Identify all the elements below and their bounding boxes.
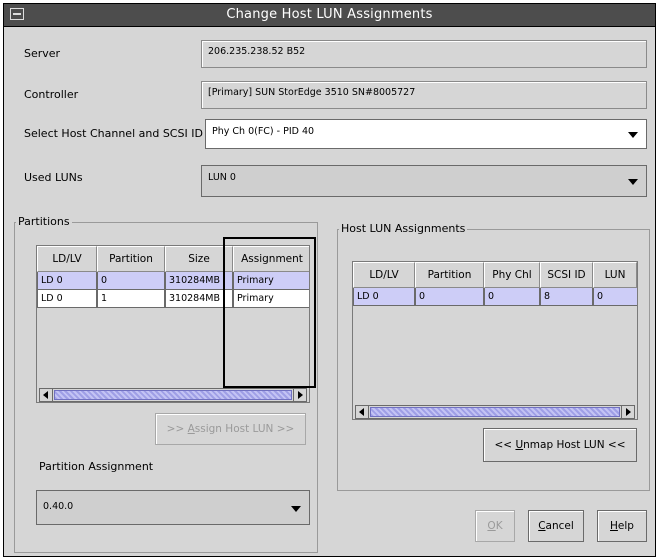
cancel-button[interactable]: Cancel (528, 510, 584, 542)
cancel-button-mnemonic: C (538, 520, 546, 532)
dropdown-arrow-icon[interactable] (628, 132, 638, 138)
assign-button-text: ssign Host LUN >> (194, 423, 295, 435)
column-header-assignment[interactable]: Assignment (233, 246, 309, 272)
used-luns-label: Used LUNs (24, 171, 83, 184)
server-field: 206.235.238.52 B52 (201, 40, 647, 68)
help-button[interactable]: Help (597, 510, 647, 542)
cell-partition: 0 (415, 288, 484, 306)
cell-ldlv: LD 0 (37, 272, 97, 290)
host-lun-table-header: LD/LV Partition Phy Chl SCSI ID LUN (353, 262, 637, 288)
controller-label: Controller (24, 88, 79, 101)
unmap-button-text: nmap Host LUN << (523, 439, 626, 451)
unmap-button-mnemonic: U (515, 439, 524, 451)
cell-lun: 0 (593, 288, 637, 306)
unmap-button-prefix: << (494, 439, 516, 451)
partitions-horizontal-scrollbar[interactable] (39, 388, 307, 402)
window-title: Change Host LUN Assignments (226, 7, 433, 22)
cell-assignment: Primary (233, 290, 309, 308)
controller-field: [Primary] SUN StorEdge 3510 SN#8005727 (201, 81, 647, 109)
table-row[interactable]: LD 0 0 0 8 0 (353, 288, 637, 306)
column-header-size[interactable]: Size (165, 246, 233, 272)
cancel-button-text: ancel (545, 520, 574, 532)
server-label: Server (24, 47, 61, 60)
cell-size: 310284MB (165, 290, 233, 308)
column-header-partition[interactable]: Partition (97, 246, 165, 272)
cell-assignment: Primary (233, 272, 309, 290)
title-bar[interactable]: Change Host LUN Assignments (4, 4, 655, 27)
used-luns-select[interactable]: LUN 0 (201, 165, 647, 197)
assign-host-lun-button[interactable]: >> Assign Host LUN >> (155, 413, 306, 445)
column-header-partition[interactable]: Partition (415, 262, 484, 288)
column-header-lun[interactable]: LUN (593, 262, 637, 288)
unmap-host-lun-button[interactable]: << Unmap Host LUN << (483, 428, 637, 462)
cell-partition: 1 (97, 290, 165, 308)
cell-ldlv: LD 0 (37, 290, 97, 308)
scroll-left-icon[interactable] (356, 406, 369, 418)
assign-button-mnemonic: A (187, 423, 195, 435)
partitions-group-title: Partitions (16, 215, 72, 228)
controller-value: [Primary] SUN StorEdge 3510 SN#8005727 (208, 87, 416, 98)
assign-button-prefix: >> (166, 423, 188, 435)
partitions-table-header: LD/LV Partition Size Assignment (37, 246, 309, 272)
scrollbar-thumb[interactable] (370, 407, 620, 417)
partition-assignment-label: Partition Assignment (39, 460, 154, 473)
host-lun-assignments-group-title: Host LUN Assignments (339, 222, 468, 235)
table-row[interactable]: LD 0 1 310284MB Primary (37, 290, 309, 308)
partition-assignment-value: 0.40.0 (43, 501, 74, 512)
ok-button-mnemonic: O (487, 520, 496, 532)
host-channel-value: Phy Ch 0(FC) - PID 40 (212, 126, 315, 137)
cell-ldlv: LD 0 (353, 288, 415, 306)
scroll-right-icon[interactable] (293, 389, 306, 401)
column-header-scsi-id[interactable]: SCSI ID (540, 262, 593, 288)
server-value: 206.235.238.52 B52 (208, 46, 306, 57)
cell-scsi-id: 8 (540, 288, 593, 306)
column-header-phy-chl[interactable]: Phy Chl (484, 262, 540, 288)
cell-partition: 0 (97, 272, 165, 290)
scroll-right-icon[interactable] (621, 406, 634, 418)
cell-size: 310284MB (165, 272, 233, 290)
scroll-left-icon[interactable] (40, 389, 53, 401)
column-header-ldlv[interactable]: LD/LV (353, 262, 415, 288)
host-channel-label: Select Host Channel and SCSI ID (24, 127, 203, 140)
change-host-lun-dialog: Change Host LUN Assignments Server 206.2… (3, 3, 656, 557)
ok-button-text: K (495, 520, 503, 532)
used-luns-value: LUN 0 (208, 172, 236, 183)
dropdown-arrow-icon[interactable] (291, 505, 301, 512)
help-button-mnemonic: H (610, 520, 618, 532)
cell-phy-chl: 0 (484, 288, 540, 306)
dropdown-arrow-icon[interactable] (628, 179, 638, 185)
partition-assignment-select[interactable]: 0.40.0 (36, 490, 310, 525)
host-channel-select[interactable]: Phy Ch 0(FC) - PID 40 (205, 119, 647, 149)
partitions-table: LD/LV Partition Size Assignment LD 0 0 3… (36, 245, 310, 403)
scrollbar-thumb[interactable] (54, 390, 292, 400)
host-lun-assignments-table: LD/LV Partition Phy Chl SCSI ID LUN LD 0… (352, 261, 638, 420)
host-lun-horizontal-scrollbar[interactable] (355, 405, 635, 419)
column-header-ldlv[interactable]: LD/LV (37, 246, 97, 272)
help-button-text: elp (617, 520, 634, 532)
table-row[interactable]: LD 0 0 310284MB Primary (37, 272, 309, 290)
ok-button[interactable]: OK (475, 510, 515, 542)
